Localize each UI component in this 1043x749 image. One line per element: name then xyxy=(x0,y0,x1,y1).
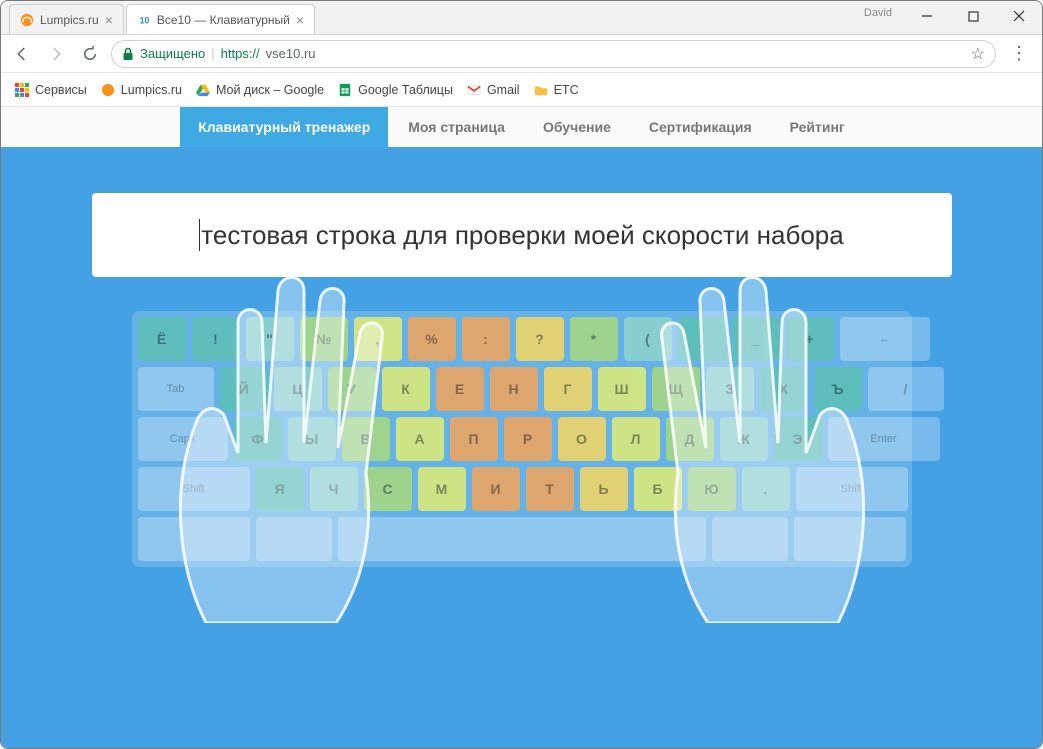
apps-grid-icon xyxy=(15,83,29,97)
bookmarks-bar: Сервисы Lumpics.ru Мой диск – Google Goo… xyxy=(1,73,1042,107)
bookmark-item[interactable]: Gmail xyxy=(467,83,520,97)
url-host: vse10.ru xyxy=(266,46,316,61)
folder-icon xyxy=(534,83,548,97)
nav-cert[interactable]: Сертификация xyxy=(631,107,770,147)
lumpics-favicon-icon xyxy=(20,13,34,27)
close-icon[interactable]: × xyxy=(105,12,113,28)
address-bar: Защищено | https://vse10.ru ☆ ⋮ xyxy=(1,35,1042,73)
reload-button[interactable] xyxy=(77,41,103,67)
close-icon[interactable]: × xyxy=(296,12,304,28)
lock-icon xyxy=(122,47,134,61)
tab-lumpics[interactable]: Lumpics.ru × xyxy=(9,4,124,34)
google-sheets-icon xyxy=(338,83,352,97)
bookmark-label: Google Таблицы xyxy=(358,83,453,97)
nav-learn[interactable]: Обучение xyxy=(525,107,629,147)
site-nav: Клавиатурный тренажер Моя страница Обуче… xyxy=(1,107,1042,147)
trainer-hero: тестовая строка для проверки моей скорос… xyxy=(1,147,1042,748)
apps-label: Сервисы xyxy=(35,83,87,97)
bookmark-star-icon[interactable]: ☆ xyxy=(971,44,985,64)
secure-label: Защищено xyxy=(140,46,205,61)
nav-trainer[interactable]: Клавиатурный тренажер xyxy=(180,107,388,147)
forward-button[interactable] xyxy=(43,41,69,67)
nav-my-page[interactable]: Моя страница xyxy=(390,107,523,147)
browser-window: David Lumpics.ru × 10 Все10 — Клавиатурн… xyxy=(0,0,1043,749)
key-и[interactable]: И xyxy=(472,467,520,511)
bookmark-label: Мой диск – Google xyxy=(216,83,324,97)
google-drive-icon xyxy=(196,83,210,97)
tab-strip: David Lumpics.ru × 10 Все10 — Клавиатурн… xyxy=(1,1,1042,35)
close-window-button[interactable] xyxy=(996,1,1042,31)
lumpics-favicon-icon xyxy=(101,83,115,97)
bookmark-item[interactable]: Google Таблицы xyxy=(338,83,453,97)
back-button[interactable] xyxy=(9,41,35,67)
bookmark-label: Lumpics.ru xyxy=(121,83,182,97)
bookmark-item[interactable]: Мой диск – Google xyxy=(196,83,324,97)
minimize-button[interactable] xyxy=(904,1,950,31)
url-protocol: https:// xyxy=(221,46,260,61)
tab-title: Все10 — Клавиатурный xyxy=(157,13,290,27)
key-т[interactable]: Т xyxy=(526,467,574,511)
apps-shortcut[interactable]: Сервисы xyxy=(15,83,87,97)
bookmark-label: Gmail xyxy=(487,83,520,97)
window-controls xyxy=(904,1,1042,31)
keyboard-container: Ё!"№,%:?*()_+←TabЙЦУКЕНГШЩЗХЪ/CapsФЫВАПР… xyxy=(132,311,912,567)
browser-menu-button[interactable]: ⋮ xyxy=(1004,43,1034,64)
bookmark-item[interactable]: ETC xyxy=(534,83,579,97)
maximize-button[interactable] xyxy=(950,1,996,31)
tab-title: Lumpics.ru xyxy=(40,13,99,27)
vse10-favicon-icon: 10 xyxy=(137,13,151,27)
key-р[interactable]: Р xyxy=(504,417,552,461)
gmail-icon xyxy=(467,83,481,97)
bookmark-label: ETC xyxy=(554,83,579,97)
svg-text:10: 10 xyxy=(140,15,150,25)
omnibox[interactable]: Защищено | https://vse10.ru ☆ xyxy=(111,40,996,68)
left-hand-icon xyxy=(146,243,476,623)
key-?[interactable]: ? xyxy=(516,317,564,361)
page-content: Клавиатурный тренажер Моя страница Обуче… xyxy=(1,107,1042,748)
bookmark-item[interactable]: Lumpics.ru xyxy=(101,83,182,97)
nav-rating[interactable]: Рейтинг xyxy=(772,107,863,147)
profile-label: David xyxy=(864,7,892,19)
key-н[interactable]: Н xyxy=(490,367,538,411)
tab-vse10[interactable]: 10 Все10 — Клавиатурный × xyxy=(126,4,315,34)
right-hand-icon xyxy=(568,243,898,623)
